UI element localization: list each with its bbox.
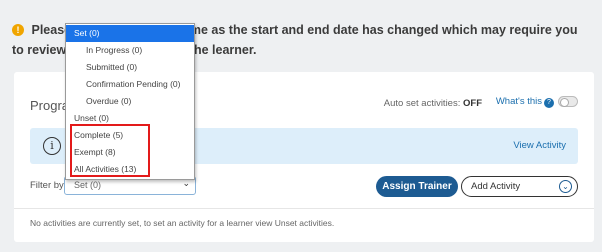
filter-label: Filter by [30, 180, 64, 191]
warning-icon: ! [12, 24, 24, 36]
filter-selected-value: Set (0) [74, 180, 102, 190]
empty-state-note: No activities are currently set, to set … [30, 218, 335, 228]
filter-dropdown-list[interactable]: Set (0) In Progress (0) Submitted (0) Co… [65, 23, 195, 180]
option-set[interactable]: Set (0) [66, 25, 194, 42]
auto-set-state: OFF [463, 98, 482, 109]
help-icon[interactable]: ? [544, 98, 554, 108]
option-unset[interactable]: Unset (0) [66, 110, 194, 127]
assign-trainer-button[interactable]: Assign Trainer [376, 176, 458, 197]
whats-this-link[interactable]: What's this? [496, 96, 554, 108]
auto-set-activities: Auto set activities: OFF [384, 98, 482, 109]
add-activity-label: Add Activity [471, 181, 521, 192]
option-all-activities[interactable]: All Activities (13) [66, 161, 194, 178]
whats-this-label[interactable]: What's this [496, 96, 542, 107]
option-exempt[interactable]: Exempt (8) [66, 144, 194, 161]
chevron-circle-icon[interactable]: ⌄ [559, 180, 572, 193]
option-submitted[interactable]: Submitted (0) [66, 59, 194, 76]
option-overdue[interactable]: Overdue (0) [66, 93, 194, 110]
auto-set-label: Auto set activities: [383, 98, 461, 109]
divider [14, 208, 594, 209]
info-icon: i [43, 137, 61, 155]
option-complete[interactable]: Complete (5) [66, 127, 194, 144]
view-activity-link[interactable]: View Activity [513, 140, 566, 151]
add-activity-select[interactable]: Add Activity ⌄ [461, 176, 578, 197]
auto-set-toggle[interactable] [558, 96, 578, 107]
option-confirmation-pending[interactable]: Confirmation Pending (0) [66, 76, 194, 93]
option-in-progress[interactable]: In Progress (0) [66, 42, 194, 59]
